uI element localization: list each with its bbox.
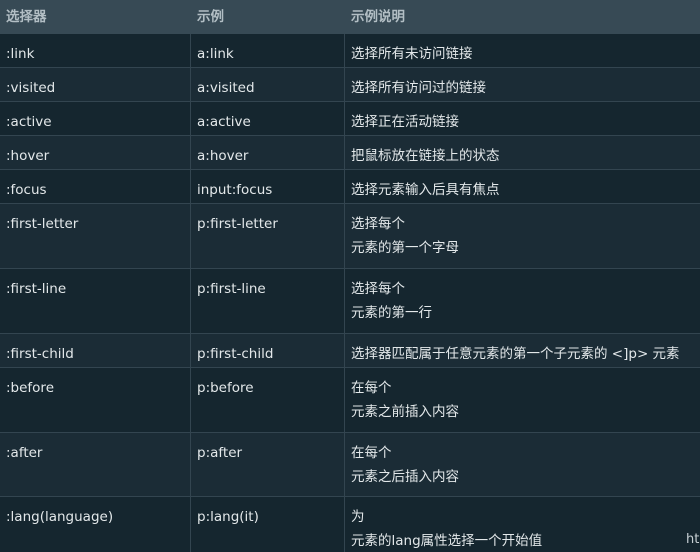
selector-cell: :first-letter [0,204,191,268]
table-row: :lang(language) p:lang(it) 为 元素的lang属性选择… [0,497,700,552]
selector-cell: :focus [0,170,191,203]
table-row: :before p:before 在每个 元素之前插入内容 [0,368,700,433]
description-cell: 选择每个 元素的第一行 [345,269,700,333]
header-example: 示例 [197,9,224,25]
description-line: 选择所有未访问链接 [351,46,473,62]
example-cell: input:focus [191,170,345,203]
selector-cell: :first-line [0,269,191,333]
description-line: 元素的第一行 [351,305,432,321]
header-selector: 选择器 [6,9,47,25]
description-cell: 在每个 元素之前插入内容 [345,368,700,432]
example-cell: a:visited [191,68,345,101]
selector-cell: :link [0,34,191,67]
table-row: :link a:link 选择所有未访问链接 [0,34,700,68]
table-row: :active a:active 选择正在活动链接 [0,102,700,136]
description-cell: 选择所有未访问链接 [345,34,700,67]
description-line: 在每个 [351,380,392,396]
description-cell: 为 元素的lang属性选择一个开始值 [345,497,700,552]
selector-cell: :first-child [0,334,191,367]
description-line: 选择所有访问过的链接 [351,80,486,96]
description-line: 选择正在活动链接 [351,114,459,130]
description-line: 把鼠标放在链接上的状态 [351,148,500,164]
example-cell: p:after [191,433,345,496]
example-cell: a:link [191,34,345,67]
description-line: 选择每个 [351,216,405,232]
description-line: 在每个 [351,445,392,461]
watermark-text: ht [686,532,700,547]
example-cell: p:first-child [191,334,345,367]
header-description: 示例说明 [351,9,405,25]
description-cell: 选择正在活动链接 [345,102,700,135]
description-line: 选择每个 [351,281,405,297]
selector-cell: :after [0,433,191,496]
selector-cell: :active [0,102,191,135]
pseudo-class-table: 选择器 示例 示例说明 :link a:link 选择所有未访问链接 :visi… [0,0,700,552]
description-cell: 选择每个 元素的第一个字母 [345,204,700,268]
example-cell: p:lang(it) [191,497,345,552]
description-line: 元素的lang属性选择一个开始值 [351,533,543,549]
description-cell: 选择器匹配属于任意元素的第一个子元素的 <]p> 元素 [345,334,700,367]
description-line: 选择器匹配属于任意元素的第一个子元素的 <]p> 元素 [351,346,680,362]
description-line: 选择元素输入后具有焦点 [351,182,500,198]
example-cell: a:hover [191,136,345,169]
table-row: :first-letter p:first-letter 选择每个 元素的第一个… [0,204,700,269]
description-cell: 把鼠标放在链接上的状态 [345,136,700,169]
table-row: :first-child p:first-child 选择器匹配属于任意元素的第… [0,334,700,368]
description-line: 元素之前插入内容 [351,404,459,420]
description-cell: 在每个 元素之后插入内容 [345,433,700,496]
description-cell: 选择元素输入后具有焦点 [345,170,700,203]
example-cell: p:first-letter [191,204,345,268]
table-row: :focus input:focus 选择元素输入后具有焦点 [0,170,700,204]
table-row: :first-line p:first-line 选择每个 元素的第一行 [0,269,700,334]
example-cell: p:before [191,368,345,432]
description-line: 元素的第一个字母 [351,240,459,256]
table-row: :visited a:visited 选择所有访问过的链接 [0,68,700,102]
table-row: :after p:after 在每个 元素之后插入内容 [0,433,700,497]
description-cell: 选择所有访问过的链接 [345,68,700,101]
table-row: :hover a:hover 把鼠标放在链接上的状态 [0,136,700,170]
selector-cell: :lang(language) [0,497,191,552]
example-cell: a:active [191,102,345,135]
selector-cell: :before [0,368,191,432]
description-line: 元素之后插入内容 [351,469,459,485]
example-cell: p:first-line [191,269,345,333]
selector-cell: :visited [0,68,191,101]
selector-cell: :hover [0,136,191,169]
table-header-row: 选择器 示例 示例说明 [0,0,700,34]
description-line: 为 [351,509,365,525]
